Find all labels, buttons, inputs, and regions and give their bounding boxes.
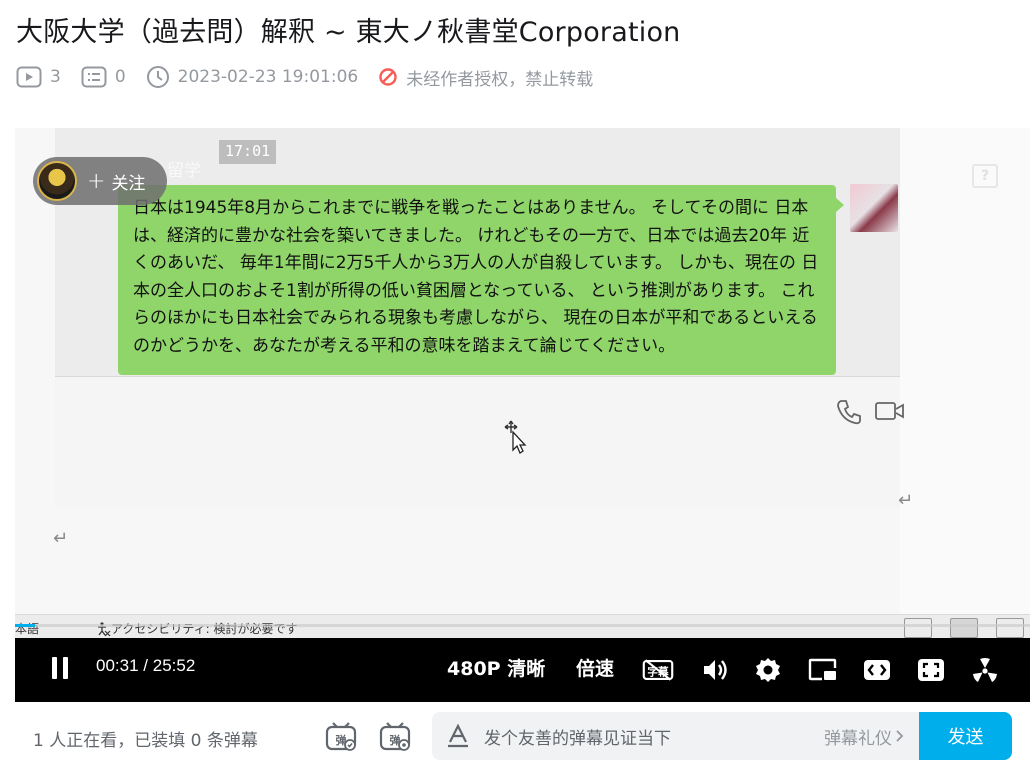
control-bar: 00:31 / 25:52 480P 清晰 倍速 字幕: [15, 638, 1030, 702]
chat-timestamp: 17:01: [219, 140, 277, 164]
web-fullscreen-button[interactable]: [915, 654, 947, 686]
time-separator: /: [143, 656, 149, 675]
picture-in-picture-icon: [808, 658, 837, 681]
video-title: 大阪大学（過去問）解釈 ~ 東大ノ秋書堂Corporation: [16, 17, 681, 48]
watching-count: 1 人正在看，已装填 0 条弹幕: [33, 731, 258, 751]
danmaku-etiquette-label: 弹幕礼仪: [824, 728, 892, 749]
print-layout-icon: [950, 618, 978, 638]
return-glyph-right: ↵: [898, 490, 914, 511]
danmaku-etiquette-link[interactable]: 弹幕礼仪: [824, 724, 906, 749]
speed-button[interactable]: 倍速: [576, 654, 614, 681]
play-count-icon: [16, 66, 42, 88]
read-mode-icon: [904, 618, 932, 638]
compose-area: [55, 377, 900, 508]
volume-button[interactable]: [699, 654, 731, 686]
widescreen-icon: [864, 660, 890, 680]
follow-button[interactable]: + 关注: [33, 157, 167, 205]
chevron-right-icon: [896, 730, 904, 742]
right-column: [900, 128, 1030, 638]
current-time: 00:31: [96, 656, 139, 675]
fullscreen-icon: [973, 658, 997, 682]
danmaku-count: 0: [81, 66, 126, 88]
forbidden-icon: [379, 68, 397, 86]
progress-fill: [15, 624, 36, 627]
uploader-avatar: [37, 161, 77, 201]
play-count: 3: [16, 66, 61, 88]
pip-button[interactable]: [807, 654, 839, 686]
follow-label: 关注: [111, 173, 146, 194]
video-call-icon: [875, 402, 904, 420]
play-count-value: 3: [50, 67, 61, 87]
statusbar-accessibility: アクセシビリティ: 検討が必要です: [95, 620, 298, 637]
chat-bubble-tail: [836, 198, 844, 212]
video-frame: 17:01 留学 日本は1945年8月からこれまでに戦争を戦ったことはありません…: [15, 128, 1030, 640]
follow-label-wrap: + 关注: [87, 169, 145, 194]
video-player[interactable]: 17:01 留学 日本は1945年8月からこれまでに戦争を戦ったことはありません…: [15, 128, 1030, 702]
help-icon: ?: [972, 164, 998, 188]
time-display: 00:31 / 25:52: [96, 656, 195, 676]
danmaku-input[interactable]: 发个友善的弹幕见证当下 弹幕礼仪: [432, 712, 922, 760]
duration: 25:52: [152, 656, 196, 675]
danmaku-count-icon: [81, 66, 107, 88]
uploader-ghost-text: 留学: [167, 161, 201, 181]
subtitle-off-icon: 字幕: [642, 659, 674, 681]
statusbar-accessibility-text: アクセシビリティ: 検討が必要です: [111, 622, 298, 636]
publish-time: 2023-02-23 19:01:06: [146, 65, 359, 89]
subtitle-button[interactable]: 字幕: [642, 654, 674, 686]
volume-icon: [704, 660, 727, 680]
chat-bubble: 日本は1945年8月からこれまでに戦争を戦ったことはありません。 そしてその間に…: [118, 185, 836, 375]
copyright-notice: 未经作者授权，禁止转载: [378, 65, 593, 90]
quality-button[interactable]: 480P 清晰: [447, 654, 545, 681]
progress-bar[interactable]: [15, 624, 1030, 627]
move-cursor-icon: [504, 420, 527, 454]
video-meta: 3 0 2023-02-23 19:01:06 未经作者授权，禁止转载: [16, 64, 613, 90]
publish-time-value: 2023-02-23 19:01:06: [177, 67, 359, 87]
clock-icon: [146, 66, 169, 88]
phone-icon: [837, 400, 861, 425]
gear-icon: [756, 658, 780, 682]
web-fullscreen-icon: [918, 659, 944, 681]
word-statusbar: 本語 アクセシビリティ: 検討が必要です: [15, 614, 1030, 640]
pause-icon[interactable]: [49, 655, 71, 681]
send-button[interactable]: 发送: [919, 712, 1012, 760]
statusbar-views: [886, 618, 1024, 638]
danmaku-toggle-icon[interactable]: 弹: [324, 720, 358, 754]
web-layout-icon: [996, 618, 1024, 638]
chat-avatar: [850, 184, 898, 232]
danmaku-settings-icon[interactable]: 弹: [378, 720, 412, 754]
danmaku-bar: 1 人正在看，已装填 0 条弹幕 弹 弹 发个友善的弹幕见证当下 弹幕礼仪 发送: [0, 702, 1033, 770]
danmaku-placeholder: 发个友善的弹幕见证当下: [484, 728, 671, 749]
accessibility-icon: [98, 621, 111, 636]
fullscreen-button[interactable]: [969, 654, 1001, 686]
return-glyph-left: ↵: [53, 528, 69, 549]
plus-icon: +: [87, 168, 106, 194]
settings-button[interactable]: [752, 654, 784, 686]
widescreen-button[interactable]: [861, 654, 893, 686]
copyright-notice-text: 未经作者授权，禁止转载: [406, 69, 594, 90]
font-style-icon[interactable]: [446, 724, 470, 748]
statusbar-language: 本語: [15, 622, 40, 636]
danmaku-count-value: 0: [114, 67, 126, 87]
